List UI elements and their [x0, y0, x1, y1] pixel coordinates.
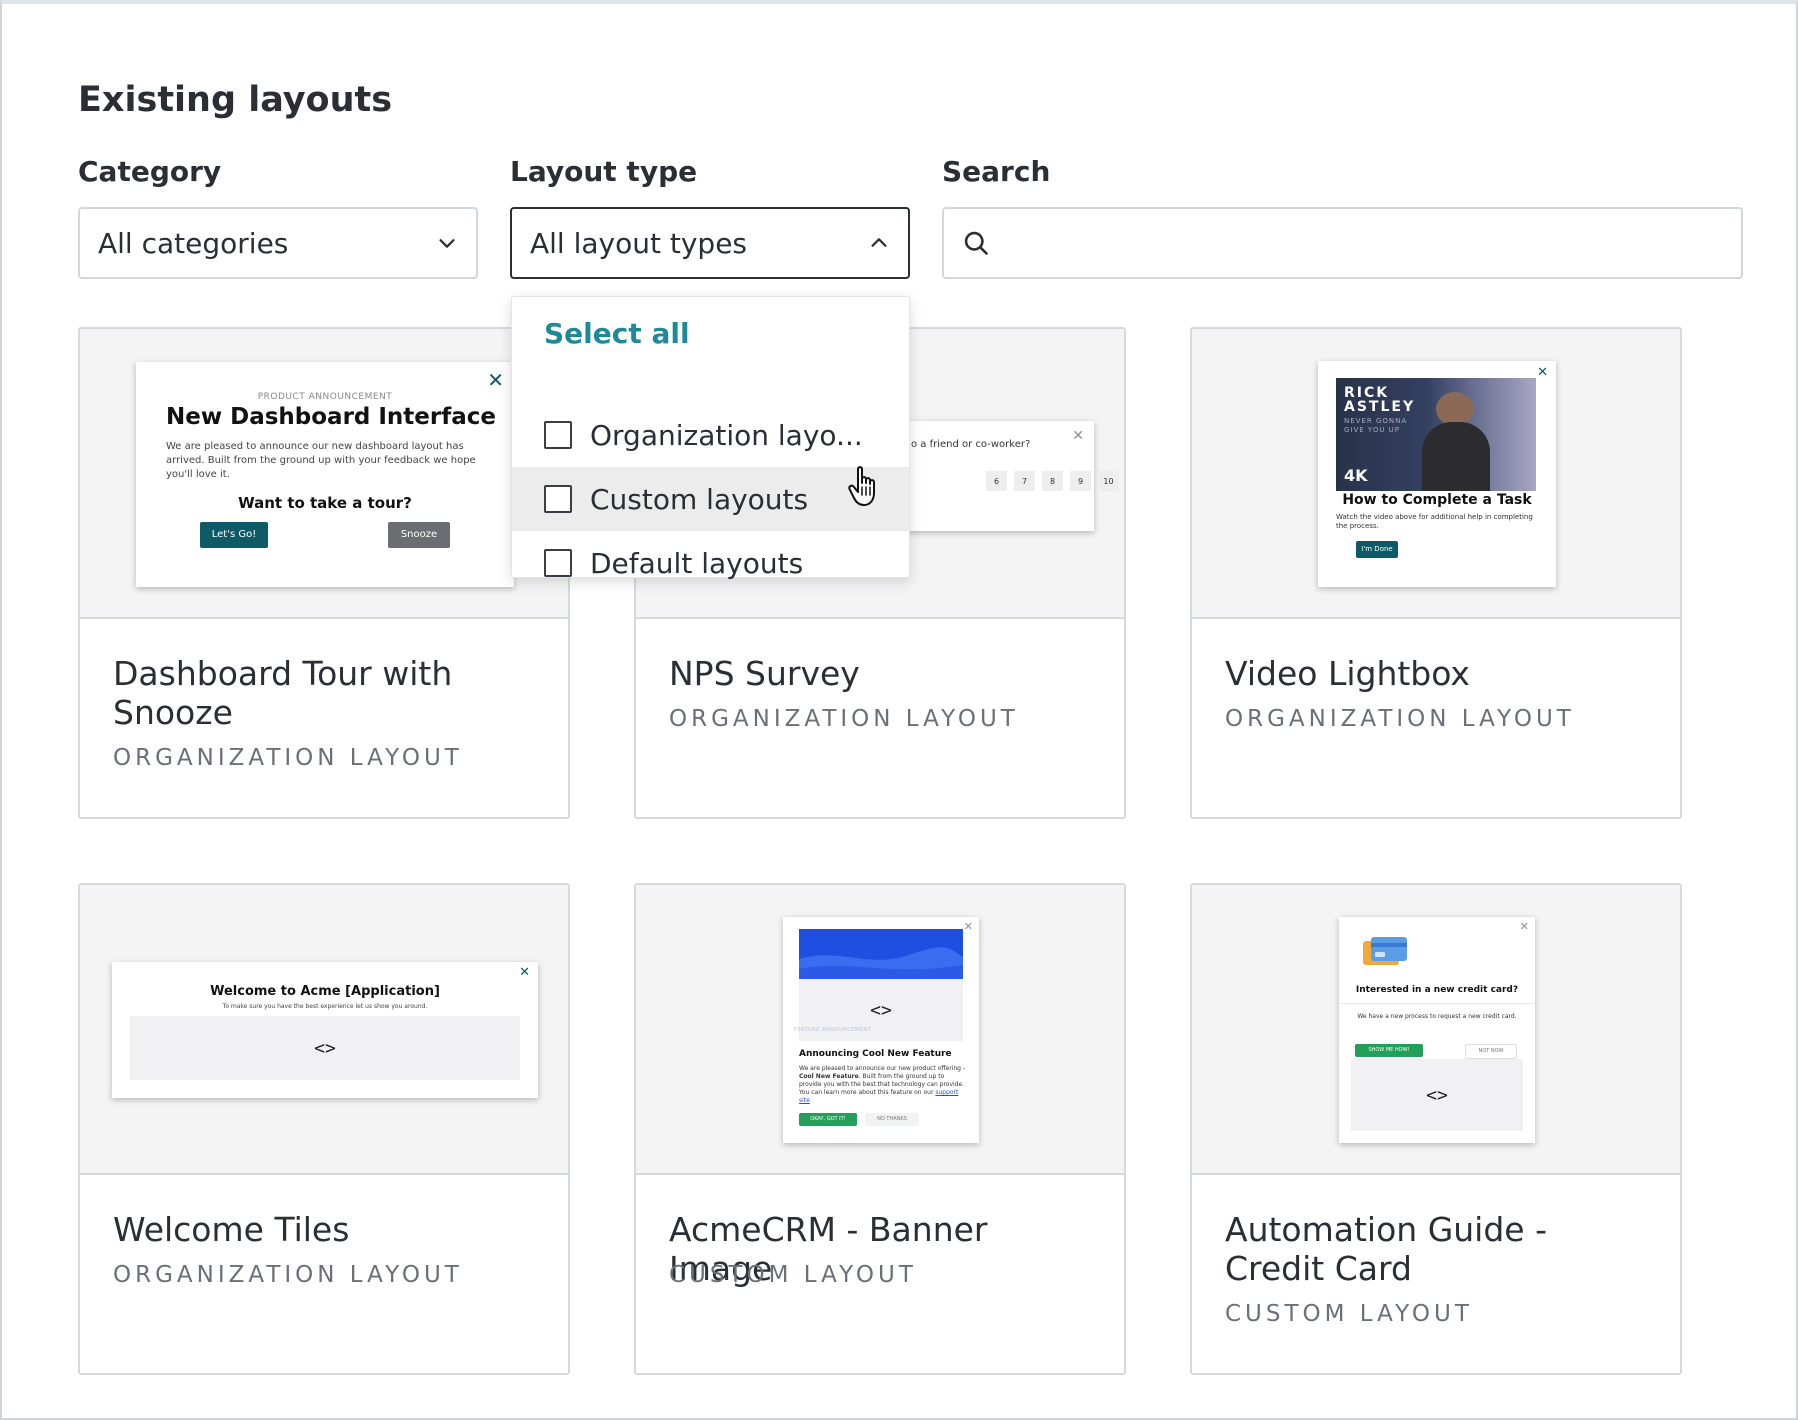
preview-modal: ✕ Welcome to Acme [Application] To make … — [112, 962, 538, 1098]
layout-kind: ORGANIZATION LAYOUT — [113, 745, 463, 771]
close-icon: ✕ — [1537, 365, 1548, 380]
scale-item: 9 — [1070, 471, 1091, 491]
preview-question: Want to take a tour? — [238, 494, 412, 512]
close-icon: ✕ — [1072, 428, 1084, 444]
option-label: Organization layo... — [590, 418, 863, 452]
layout-card[interactable]: ✕ PRODUCT ANNOUNCEMENT New Dashboard Int… — [78, 327, 570, 819]
layout-preview: ✕ RICK ASTLEY NEVER GONNA GIVE YOU UP 4K… — [1192, 329, 1680, 619]
category-select[interactable]: All categories — [78, 207, 478, 279]
preview-secondary-button: NO THANKS — [865, 1113, 919, 1126]
search-label: Search — [942, 155, 1051, 188]
search-box[interactable] — [942, 207, 1743, 279]
preview-modal: ✕ <> FEATURE ANNOUNCEMENT Announcing Coo… — [783, 917, 979, 1143]
preview-body: We are pleased to announce our new dashb… — [166, 441, 476, 480]
code-icon: <> — [1351, 1059, 1523, 1131]
layout-card[interactable]: ✕ Welcome to Acme [Application] To make … — [78, 883, 570, 1375]
preview-secondary-button: NOT NOW — [1465, 1044, 1517, 1059]
preview-scale: 6 7 8 9 10 — [986, 471, 1119, 491]
video-title-line: ASTLEY — [1344, 399, 1416, 415]
checkbox[interactable] — [544, 421, 572, 449]
video-badge: 4K — [1344, 466, 1368, 485]
close-icon: ✕ — [1519, 920, 1529, 933]
preview-modal: ✕ Interested in a new credit card? We ha… — [1339, 917, 1535, 1143]
preview-primary-button: Let's Go! — [200, 522, 268, 548]
preview-modal: ✕ PRODUCT ANNOUNCEMENT New Dashboard Int… — [136, 362, 514, 587]
checkbox[interactable] — [544, 549, 572, 577]
figure-body — [1422, 422, 1490, 491]
layout-card[interactable]: ✕ Interested in a new credit card? We ha… — [1190, 883, 1682, 1375]
video-thumbnail: RICK ASTLEY NEVER GONNA GIVE YOU UP 4K — [1336, 378, 1536, 491]
preview-question: o a friend or co-worker? — [911, 439, 1031, 450]
preview-primary-button: SHOW ME HOW! — [1355, 1044, 1423, 1057]
category-select-value: All categories — [98, 226, 289, 260]
layout-card[interactable]: ✕ RICK ASTLEY NEVER GONNA GIVE YOU UP 4K… — [1190, 327, 1682, 819]
layout-kind: ORGANIZATION LAYOUT — [1225, 706, 1575, 732]
category-label: Category — [78, 155, 222, 188]
layout-name: Welcome Tiles — [113, 1210, 350, 1249]
layout-name: Video Lightbox — [1225, 654, 1470, 693]
divider — [1339, 1003, 1535, 1004]
preview-modal: ✕ RICK ASTLEY NEVER GONNA GIVE YOU UP 4K… — [1318, 361, 1556, 587]
layout-type-select-value: All layout types — [530, 226, 748, 260]
close-icon: ✕ — [963, 920, 973, 933]
preview-heading: Welcome to Acme [Application] — [210, 984, 440, 999]
preview-body: Watch the video above for additional hel… — [1336, 513, 1533, 530]
preview-eyebrow: PRODUCT ANNOUNCEMENT — [257, 392, 393, 402]
scale-item: 10 — [1098, 471, 1119, 491]
video-subtitle: GIVE YOU UP — [1344, 426, 1401, 434]
checkbox[interactable] — [544, 485, 572, 513]
layout-card[interactable]: ✕ <> FEATURE ANNOUNCEMENT Announcing Coo… — [634, 883, 1126, 1375]
banner-image — [799, 929, 963, 979]
option-default-layouts[interactable]: Default layouts — [512, 531, 909, 595]
preview-heading: Announcing Cool New Feature — [799, 1049, 952, 1059]
scale-item: 6 — [986, 471, 1007, 491]
layout-type-label: Layout type — [510, 155, 698, 188]
search-input[interactable] — [1004, 228, 1723, 258]
select-all-link[interactable]: Select all — [544, 317, 690, 350]
preview-subtitle: To make sure you have the best experienc… — [222, 1003, 428, 1010]
layout-preview: ✕ PRODUCT ANNOUNCEMENT New Dashboard Int… — [80, 329, 568, 619]
layout-kind: ORGANIZATION LAYOUT — [669, 706, 1019, 732]
preview-heading: New Dashboard Interface — [166, 404, 497, 430]
layout-name: Automation Guide - Credit Card — [1225, 1210, 1547, 1288]
layout-kind: CUSTOM LAYOUT — [669, 1262, 917, 1288]
preview-eyebrow: FEATURE ANNOUNCEMENT — [794, 1027, 872, 1033]
chevron-down-icon — [439, 239, 455, 248]
layout-type-dropdown: Select all Organization layo... Custom l… — [511, 296, 910, 580]
credit-card-icon — [1363, 937, 1407, 965]
preview-primary-button: OKAY, GOT IT! — [799, 1113, 857, 1126]
preview-heading: Interested in a new credit card? — [1355, 985, 1519, 995]
layout-name: NPS Survey — [669, 654, 860, 693]
code-icon: <> — [130, 1016, 520, 1080]
option-label: Default layouts — [590, 546, 804, 580]
scale-item: 7 — [1014, 471, 1035, 491]
video-title-line: RICK — [1344, 385, 1390, 401]
preview-snooze-button: Snooze — [388, 522, 450, 548]
preview-body: We are pleased to announce our new produ… — [799, 1065, 966, 1104]
layout-kind: CUSTOM LAYOUT — [1225, 1301, 1473, 1327]
preview-heading: How to Complete a Task — [1342, 492, 1532, 508]
figure-head — [1436, 392, 1474, 426]
hand-pointer-icon — [848, 466, 875, 506]
option-label: Custom layouts — [590, 482, 809, 516]
layout-preview: ✕ Interested in a new credit card? We ha… — [1192, 885, 1680, 1175]
close-icon: ✕ — [519, 965, 530, 980]
preview-body: We have a new process to request a new c… — [1357, 1013, 1517, 1020]
layout-name: Dashboard Tour with Snooze — [113, 654, 453, 732]
close-icon: ✕ — [487, 368, 504, 392]
layout-preview: ✕ Welcome to Acme [Application] To make … — [80, 885, 568, 1175]
search-icon — [964, 231, 988, 255]
layout-type-select[interactable]: All layout types — [510, 207, 910, 279]
preview-done-button: I'm Done — [1356, 541, 1398, 558]
scale-item: 8 — [1042, 471, 1063, 491]
layout-kind: ORGANIZATION LAYOUT — [113, 1262, 463, 1288]
video-subtitle: NEVER GONNA — [1344, 417, 1408, 425]
layout-preview: ✕ <> FEATURE ANNOUNCEMENT Announcing Coo… — [636, 885, 1124, 1175]
page-title: Existing layouts — [78, 80, 393, 120]
option-organization-layouts[interactable]: Organization layo... — [512, 403, 909, 467]
chevron-up-icon — [871, 238, 887, 247]
